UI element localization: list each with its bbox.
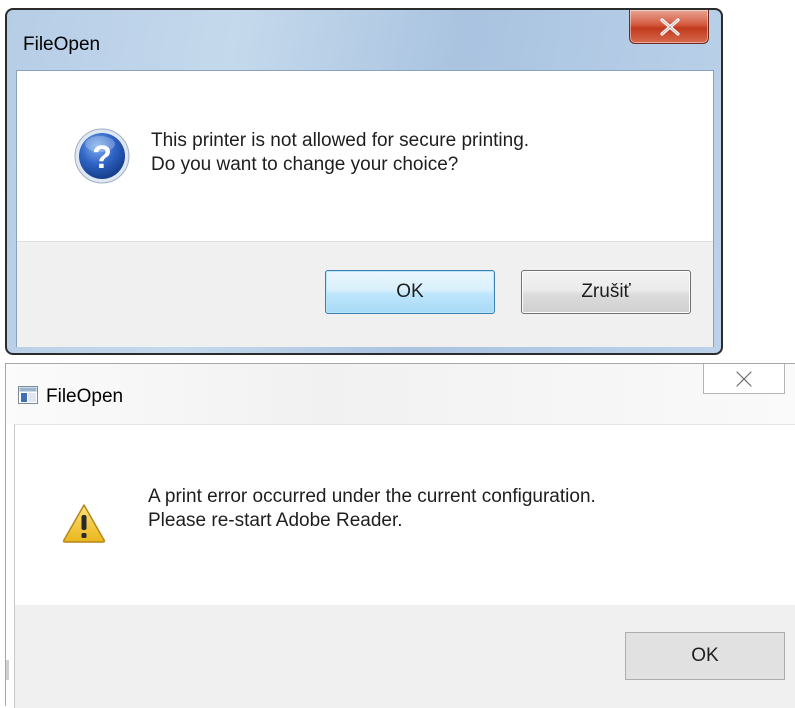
ok-button[interactable]: OK xyxy=(625,632,785,680)
dialog-titlebar[interactable]: FileOpen xyxy=(6,364,795,424)
warning-icon xyxy=(62,503,106,548)
close-icon xyxy=(660,18,680,36)
dialog-title: FileOpen xyxy=(46,386,124,407)
window-app-icon[interactable] xyxy=(18,386,38,409)
dialog-content: ? This printer is not allowed for secure… xyxy=(16,70,714,347)
dialog-button-bar: OK xyxy=(15,605,795,708)
dialog-title: FileOpen xyxy=(23,34,101,55)
close-button[interactable] xyxy=(703,364,785,394)
fileopen-dialog-print-error: FileOpen A print error occurred under th… xyxy=(5,363,795,708)
dialog-button-bar: OK Zrušiť xyxy=(17,241,713,347)
question-icon: ? xyxy=(73,127,131,190)
svg-text:?: ? xyxy=(92,139,112,175)
dialog-content: A print error occurred under the current… xyxy=(14,424,795,708)
window-edge[interactable] xyxy=(6,660,9,680)
message-line-1: This printer is not allowed for secure p… xyxy=(151,130,530,151)
dialog-message: This printer is not allowed for secure p… xyxy=(151,129,529,177)
dialog-titlebar[interactable]: FileOpen xyxy=(7,10,721,70)
close-icon xyxy=(735,370,753,388)
dialog-message: A print error occurred under the current… xyxy=(148,485,596,533)
close-button[interactable] xyxy=(629,10,709,44)
ok-button[interactable]: OK xyxy=(325,270,495,314)
message-line-1: A print error occurred under the current… xyxy=(148,486,596,507)
cancel-button[interactable]: Zrušiť xyxy=(521,270,691,314)
message-line-2: Do you want to change your choice? xyxy=(151,154,459,175)
message-line-2: Please re-start Adobe Reader. xyxy=(148,510,403,531)
fileopen-dialog-printer-not-allowed: FileOpen ? This printer is not allowed f… xyxy=(5,8,723,355)
